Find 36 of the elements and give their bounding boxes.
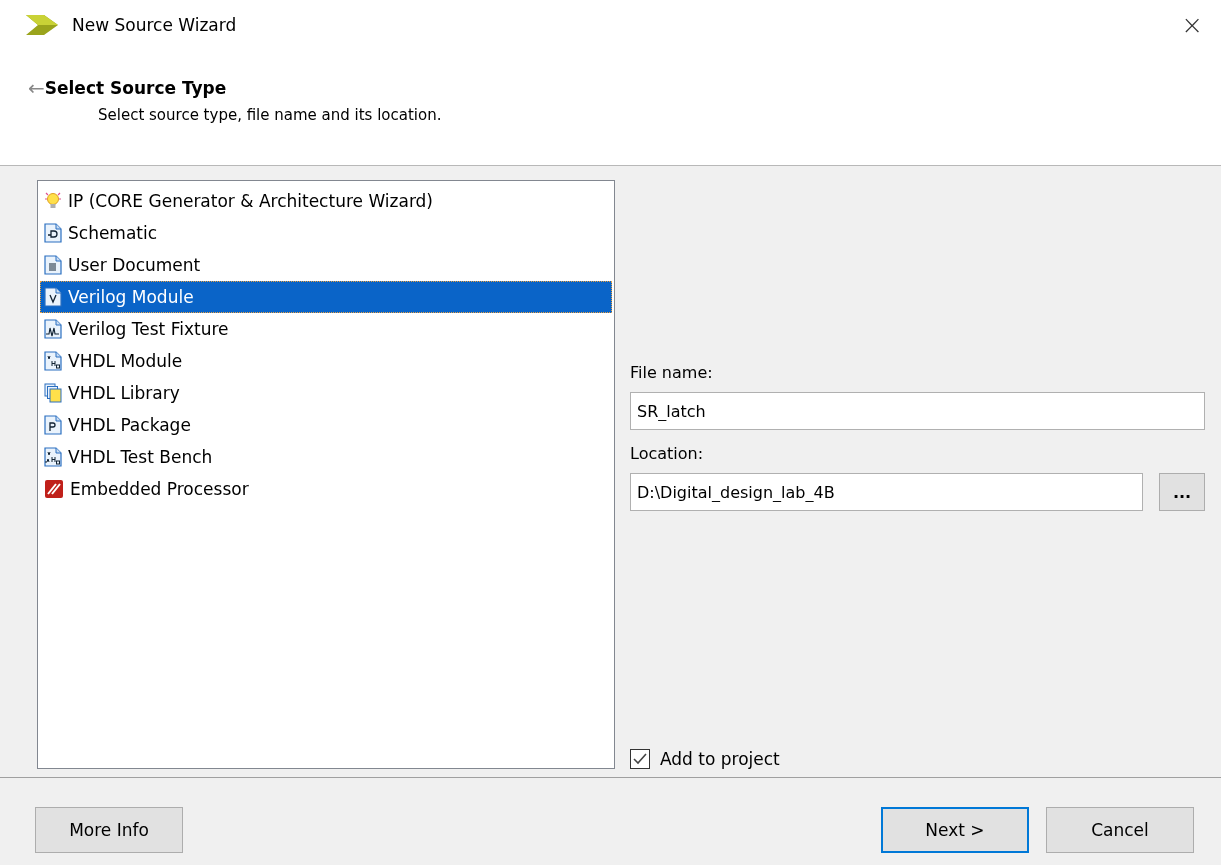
close-button[interactable]: ×: [1181, 10, 1203, 40]
source-type-item[interactable]: Verilog Module: [40, 281, 612, 313]
file-name-label: File name:: [630, 363, 714, 382]
browse-button[interactable]: ...: [1159, 473, 1205, 511]
dialog-button[interactable]: Next >: [881, 807, 1029, 853]
document-file-icon: [44, 255, 62, 275]
source-type-item[interactable]: Verilog Test Fixture: [40, 313, 612, 345]
processor-icon: [44, 479, 64, 499]
source-type-item[interactable]: User Document: [40, 249, 612, 281]
source-type-item[interactable]: IP (CORE Generator & Architecture Wizard): [40, 185, 612, 217]
source-type-item[interactable]: VHDL Test Bench: [40, 441, 612, 473]
source-type-item[interactable]: Embedded Processor: [40, 473, 612, 505]
location-label: Location:: [630, 444, 705, 463]
window-title: New Source Wizard: [72, 15, 238, 35]
source-type-item[interactable]: VHDL Module: [40, 345, 612, 377]
page-title: Select Source Type: [44, 78, 227, 98]
source-type-item[interactable]: Schematic: [40, 217, 612, 249]
source-type-item[interactable]: VHDL Package: [40, 409, 612, 441]
source-type-item[interactable]: VHDL Library: [40, 377, 612, 409]
page-subtitle: Select source type, file name and its location.: [97, 106, 443, 124]
waveform-file-icon: [44, 319, 62, 339]
p-file-icon: [44, 415, 62, 435]
vhdl-file-icon: [44, 447, 62, 467]
checkbox[interactable]: [630, 749, 650, 769]
file-name-field[interactable]: SR_latch: [630, 392, 1205, 430]
schematic-file-icon: [44, 223, 62, 243]
library-files-icon: [44, 383, 62, 403]
back-arrow[interactable]: ←: [28, 76, 45, 100]
vhdl-file-icon: [44, 351, 62, 371]
v-file-icon: [44, 287, 62, 307]
location-field[interactable]: D:\Digital_design_lab_4B: [630, 473, 1143, 511]
lightbulb-icon: [44, 191, 62, 211]
dialog-button[interactable]: Cancel: [1046, 807, 1194, 853]
dialog-button[interactable]: More Info: [35, 807, 183, 853]
app-logo-icon: [26, 15, 58, 35]
checkbox-label[interactable]: Add to project: [660, 749, 780, 769]
